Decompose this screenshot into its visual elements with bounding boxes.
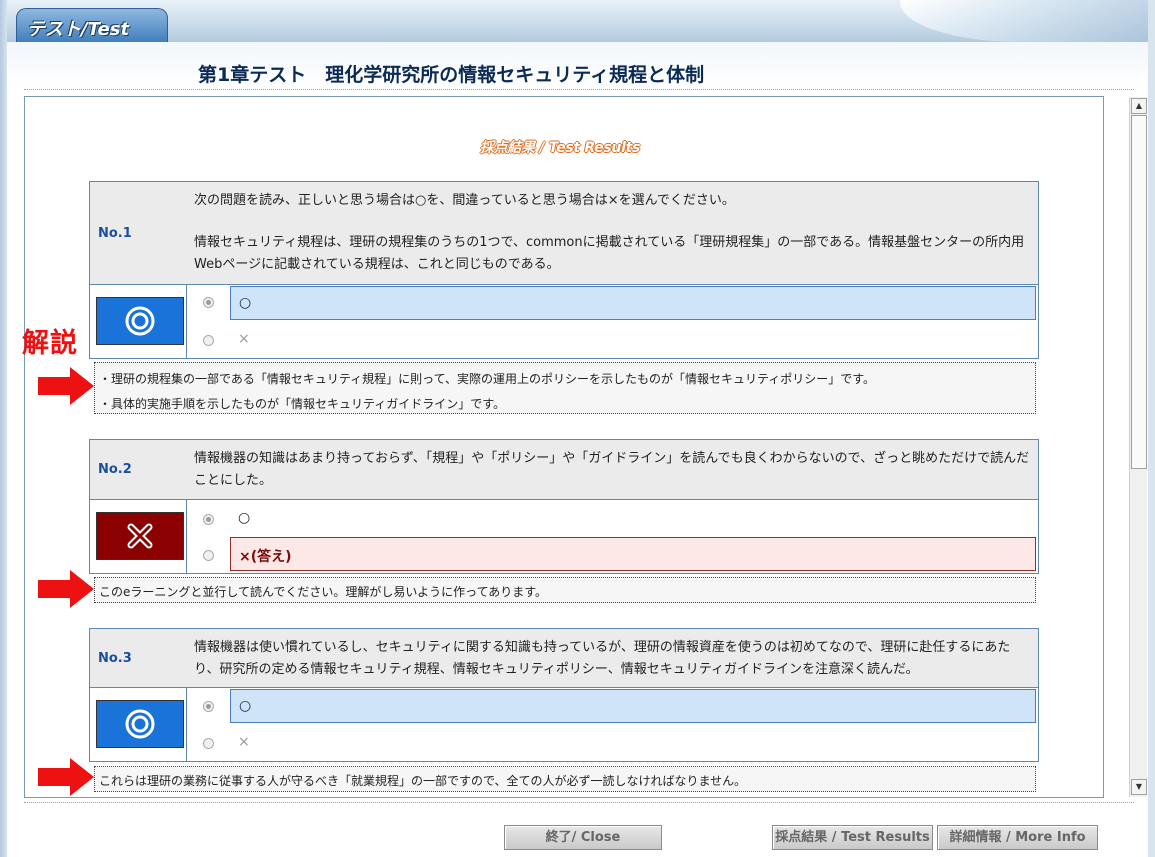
- answer-row-1: ○ ×: [89, 284, 1039, 359]
- scroll-thumb[interactable]: [1131, 115, 1147, 469]
- scroll-down-button[interactable]: ▼: [1131, 779, 1147, 795]
- red-arrow-icon: [38, 758, 94, 796]
- question-text: 次の問題を読み、正しいと思う場合は○を、間違っていると思う場合は×を選んでくださ…: [194, 193, 735, 208]
- option-label: ○: [239, 698, 252, 714]
- cross-incorrect-icon: [96, 512, 184, 560]
- divider: [186, 500, 187, 573]
- explanation-text: このeラーニングと並行して読んでください。理解がし易いように作ってあります。: [99, 585, 548, 599]
- scrollbar[interactable]: ▲ ▼: [1129, 97, 1147, 797]
- tab-label: テスト/Test: [27, 19, 130, 40]
- option-radio[interactable]: [203, 550, 214, 561]
- option-label: ×: [238, 331, 250, 347]
- divider-bottom: [24, 802, 1134, 803]
- explanation-3: これらは理研の業務に従事する人が守るべき「就業規程」の一部ですので、全ての人が必…: [94, 766, 1036, 792]
- option-label: ×: [238, 734, 250, 750]
- explanation-text: ・具体的実施手順を示したものが「情報セキュリティガイドライン」です。: [99, 397, 506, 411]
- answer-row-2: ○ ×(答え): [89, 499, 1039, 574]
- test-results-button[interactable]: 採点結果 / Test Results: [772, 825, 933, 850]
- question-text: 情報機器は使い慣れているし、セキュリティに関する知識も持っているが、理研の情報資…: [194, 640, 1011, 677]
- more-info-button[interactable]: 詳細情報 / More Info: [937, 825, 1098, 850]
- page-title: 第1章テスト 理化学研究所の情報セキュリティ規程と体制: [198, 64, 705, 86]
- divider: [186, 688, 187, 761]
- tab-test[interactable]: テスト/Test: [16, 8, 168, 43]
- question-3: No.3 情報機器は使い慣れているし、セキュリティに関する知識も持っているが、理…: [89, 628, 1039, 689]
- option-radio-selected[interactable]: [203, 297, 214, 308]
- red-arrow-icon: [38, 570, 94, 608]
- scroll-up-button[interactable]: ▲: [1131, 98, 1147, 114]
- header-swoosh: [900, 0, 1155, 42]
- left-edge: [0, 0, 7, 857]
- close-button[interactable]: 終了/ Close: [504, 825, 662, 850]
- red-arrow-icon: [38, 367, 94, 405]
- selected-answer-highlight: ○: [230, 286, 1036, 320]
- question-number: No.1: [98, 226, 132, 241]
- option-label: ○: [239, 295, 252, 311]
- divider-top: [24, 89, 1134, 90]
- option-radio[interactable]: [203, 738, 214, 749]
- option-radio[interactable]: [203, 335, 214, 346]
- explanation-text: これらは理研の業務に従事する人が守るべき「就業規程」の一部ですので、全ての人が必…: [99, 774, 747, 788]
- explanation-1: ・理研の規程集の一部である「情報セキュリティ規程」に則って、実際の運用上のポリシ…: [94, 362, 1036, 414]
- question-2: No.2 情報機器の知識はあまり持っておらず、「規程」や「ポリシー」や「ガイドラ…: [89, 439, 1039, 501]
- selected-answer-highlight: ○: [230, 689, 1036, 723]
- divider: [186, 285, 187, 358]
- explanation-text: ・理研の規程集の一部である「情報セキュリティ規程」に則って、実際の運用上のポリシ…: [99, 372, 876, 386]
- circle-correct-icon: [96, 700, 184, 748]
- answer-row-3: ○ ×: [89, 687, 1039, 762]
- question-number: No.2: [98, 462, 132, 477]
- question-text: 情報機器の知識はあまり持っておらず、「規程」や「ポリシー」や「ガイドライン」を読…: [194, 451, 1030, 488]
- results-heading: 採点結果 / Test Results: [480, 140, 641, 156]
- explanation-2: このeラーニングと並行して読んでください。理解がし易いように作ってあります。: [94, 577, 1036, 603]
- option-label: ×(答え): [239, 549, 292, 565]
- question-1: No.1 次の問題を読み、正しいと思う場合は○を、間違っていると思う場合は×を選…: [89, 181, 1039, 286]
- circle-correct-icon: [96, 297, 184, 345]
- option-radio-selected[interactable]: [203, 701, 214, 712]
- top-bar: [0, 0, 1155, 42]
- explanation-callout-label: 解説: [22, 328, 78, 359]
- right-edge: [1148, 0, 1155, 857]
- question-text: 情報セキュリティ規程は、理研の規程集のうちの1つで、commonに掲載されている…: [194, 235, 1025, 272]
- option-label: ○: [238, 510, 251, 526]
- question-number: No.3: [98, 651, 132, 666]
- correct-answer-highlight: ×(答え): [230, 537, 1036, 571]
- option-radio-selected[interactable]: [203, 514, 214, 525]
